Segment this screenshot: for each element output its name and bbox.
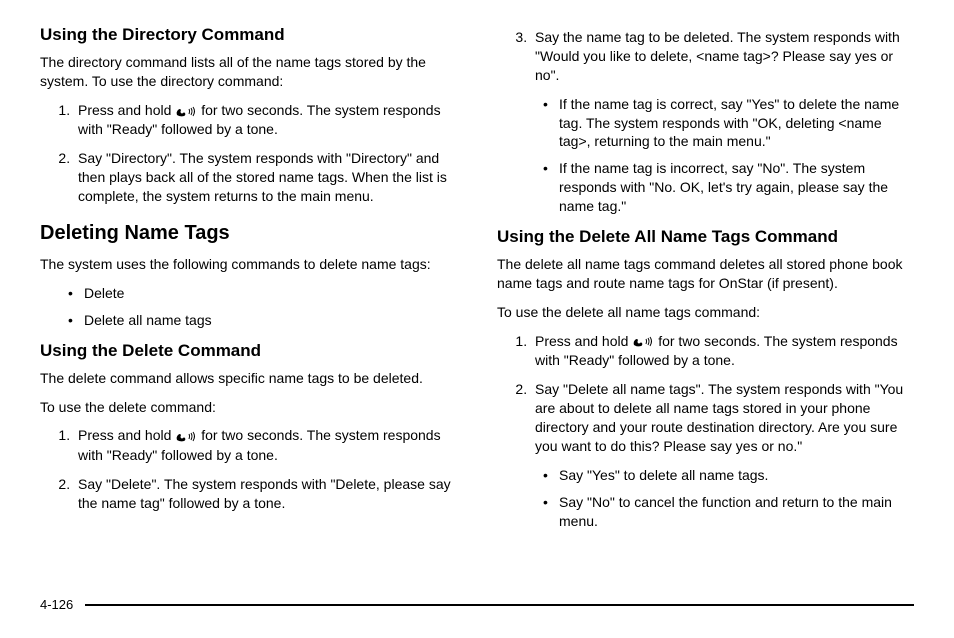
ordered-list: Say the name tag to be deleted. The syst… bbox=[497, 28, 914, 85]
list-item: Say "No" to cancel the function and retu… bbox=[543, 493, 914, 531]
heading-deleting-name-tags: Deleting Name Tags bbox=[40, 220, 457, 247]
list-item: Delete bbox=[68, 284, 457, 303]
list-item: Say "Delete all name tags". The system r… bbox=[531, 380, 914, 456]
phone-voice-icon bbox=[632, 333, 658, 349]
heading-directory-command: Using the Directory Command bbox=[40, 24, 457, 47]
list-item: Press and hold for two seconds. The syst… bbox=[74, 426, 457, 465]
paragraph: To use the delete command: bbox=[40, 398, 457, 417]
list-item: If the name tag is incorrect, say "No". … bbox=[543, 159, 914, 216]
left-column: Using the Directory Command The director… bbox=[40, 24, 457, 584]
ordered-list: Press and hold for two seconds. The syst… bbox=[40, 426, 457, 512]
phone-voice-icon bbox=[175, 103, 201, 119]
list-item: Say the name tag to be deleted. The syst… bbox=[531, 28, 914, 85]
list-item: Press and hold for two seconds. The syst… bbox=[74, 101, 457, 140]
paragraph: The system uses the following commands t… bbox=[40, 255, 457, 274]
list-item: Say "Delete". The system responds with "… bbox=[74, 475, 457, 513]
list-item: Press and hold for two seconds. The syst… bbox=[531, 332, 914, 371]
list-item: Delete all name tags bbox=[68, 311, 457, 330]
page-columns: Using the Directory Command The director… bbox=[40, 24, 914, 584]
page-footer: 4-126 bbox=[40, 596, 914, 614]
paragraph: The delete all name tags command deletes… bbox=[497, 255, 914, 293]
text: Press and hold bbox=[535, 333, 632, 349]
list-item: Say "Directory". The system responds wit… bbox=[74, 149, 457, 206]
right-column: Say the name tag to be deleted. The syst… bbox=[497, 24, 914, 584]
bullet-list: Say "Yes" to delete all name tags. Say "… bbox=[497, 466, 914, 531]
ordered-list: Press and hold for two seconds. The syst… bbox=[40, 101, 457, 206]
ordered-list: Press and hold for two seconds. The syst… bbox=[497, 332, 914, 456]
bullet-list: Delete Delete all name tags bbox=[40, 284, 457, 330]
heading-delete-command: Using the Delete Command bbox=[40, 340, 457, 363]
paragraph: To use the delete all name tags command: bbox=[497, 303, 914, 322]
paragraph: The directory command lists all of the n… bbox=[40, 53, 457, 91]
paragraph: The delete command allows specific name … bbox=[40, 369, 457, 388]
phone-voice-icon bbox=[175, 428, 201, 444]
list-item: Say "Yes" to delete all name tags. bbox=[543, 466, 914, 485]
bullet-list: If the name tag is correct, say "Yes" to… bbox=[497, 95, 914, 216]
footer-rule bbox=[85, 604, 914, 606]
text: Press and hold bbox=[78, 427, 175, 443]
text: Press and hold bbox=[78, 102, 175, 118]
heading-delete-all-command: Using the Delete All Name Tags Command bbox=[497, 226, 914, 249]
page-number: 4-126 bbox=[40, 596, 73, 614]
list-item: If the name tag is correct, say "Yes" to… bbox=[543, 95, 914, 152]
